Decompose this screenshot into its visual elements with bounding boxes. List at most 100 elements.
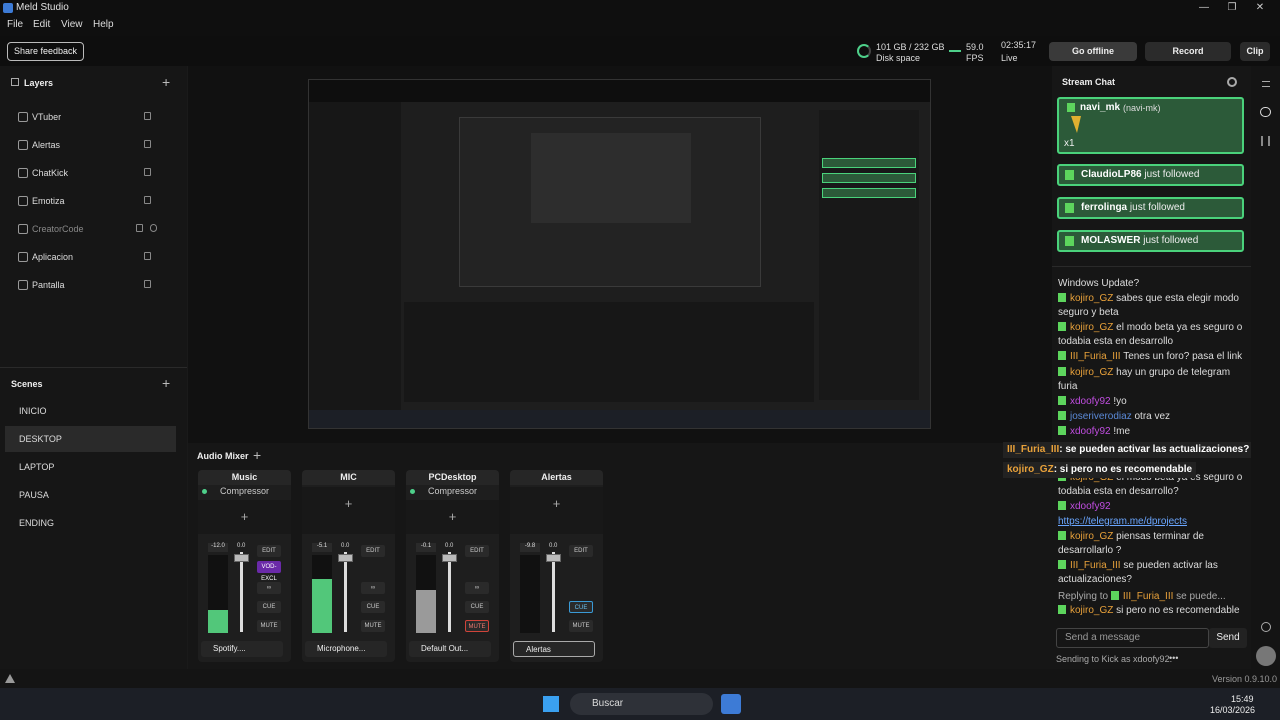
warning-icon[interactable]: [5, 674, 15, 683]
audio-icon[interactable]: [1261, 136, 1270, 146]
fader-knob[interactable]: [546, 554, 561, 562]
kick-icon: [1058, 293, 1066, 302]
menu-help[interactable]: Help: [93, 19, 114, 30]
lock-icon[interactable]: [144, 112, 151, 120]
record-button[interactable]: Record: [1145, 42, 1231, 61]
layers-icon: [11, 78, 19, 86]
chat-bubble-icon[interactable]: [1260, 107, 1271, 117]
chat-message-input[interactable]: Send a message: [1056, 628, 1209, 648]
chat-message: xdoofy92: [1058, 500, 1246, 514]
send-button[interactable]: Send: [1209, 628, 1247, 648]
mute-button[interactable]: MUTE: [465, 620, 489, 632]
mixer-channel-pcdesktop: PCDesktop Compressor + -0.1 0.0 EDIT ∞ C…: [406, 470, 499, 662]
share-feedback-button[interactable]: Share feedback: [7, 42, 84, 61]
meld-studio-icon[interactable]: [721, 694, 741, 714]
volume-fader[interactable]: [344, 552, 347, 632]
layer-item-vtuber[interactable]: VTuber: [18, 111, 158, 125]
chat-message: xdoofy92 !yo: [1058, 395, 1246, 409]
layer-item-creatorcode[interactable]: CreatorCode: [18, 223, 158, 237]
clip-button[interactable]: Clip: [1240, 42, 1270, 61]
active-dot-icon: [202, 489, 207, 494]
fader-knob[interactable]: [338, 554, 353, 562]
channel-name[interactable]: Alertas: [510, 470, 603, 485]
volume-fader[interactable]: [552, 552, 555, 632]
cue-button[interactable]: CUE: [569, 601, 593, 613]
telegram-link[interactable]: https://telegram.me/dprojects: [1058, 516, 1187, 527]
edit-button[interactable]: EDIT: [257, 545, 281, 557]
fader-knob[interactable]: [442, 554, 457, 562]
layer-item-chatkick[interactable]: ChatKick: [18, 167, 158, 181]
scene-laptop[interactable]: LAPTOP: [5, 454, 176, 480]
level-meter: [312, 555, 332, 633]
fader-knob[interactable]: [234, 554, 249, 562]
layer-item-emotiza[interactable]: Emotiza: [18, 195, 158, 209]
mute-button[interactable]: MUTE: [361, 620, 385, 632]
lock-icon[interactable]: [144, 168, 151, 176]
volume-fader[interactable]: [448, 552, 451, 632]
channel-name[interactable]: PCDesktop: [406, 470, 499, 485]
menu-file[interactable]: File: [7, 19, 23, 30]
lock-icon[interactable]: [144, 252, 151, 260]
add-effect-button[interactable]: +: [510, 487, 603, 534]
settings-gear-icon[interactable]: [1227, 77, 1237, 87]
volume-fader[interactable]: [240, 552, 243, 632]
gain-readout: 0.0: [341, 543, 350, 549]
menu-icon[interactable]: [1262, 81, 1270, 87]
compressor-effect[interactable]: Compressor: [406, 485, 499, 498]
nested-alert: [822, 158, 916, 168]
link-icon[interactable]: ∞: [465, 582, 489, 594]
compressor-effect[interactable]: Compressor: [198, 485, 291, 498]
cue-button[interactable]: CUE: [257, 601, 281, 613]
avatar[interactable]: [1256, 646, 1276, 666]
cue-button[interactable]: CUE: [465, 601, 489, 613]
scene-ending[interactable]: ENDING: [5, 510, 176, 536]
lock-icon[interactable]: [144, 280, 151, 288]
link-icon[interactable]: ∞: [361, 582, 385, 594]
layer-label: ChatKick: [32, 168, 69, 178]
edit-button[interactable]: EDIT: [465, 545, 489, 557]
add-effect-button[interactable]: +: [198, 500, 291, 534]
channel-name[interactable]: Music: [198, 470, 291, 485]
settings-icon[interactable]: [1261, 622, 1271, 632]
close-button[interactable]: ✕: [1244, 0, 1276, 16]
source-select[interactable]: Alertas: [513, 641, 595, 657]
link-icon[interactable]: ∞: [257, 582, 281, 594]
edit-button[interactable]: EDIT: [361, 545, 385, 557]
add-effect-button[interactable]: +: [406, 500, 499, 534]
lock-icon[interactable]: [136, 224, 143, 232]
scene-pausa[interactable]: PAUSA: [5, 482, 176, 508]
channel-name[interactable]: MIC: [302, 470, 395, 485]
source-select[interactable]: Microphone...: [305, 641, 387, 657]
add-scene-button[interactable]: +: [162, 375, 170, 391]
edit-button[interactable]: EDIT: [569, 545, 593, 557]
layer-item-alertas[interactable]: Alertas: [18, 139, 158, 153]
sending-as-label: Sending to Kick as xdoofy92.: [1056, 654, 1173, 664]
menu-bar: File Edit View Help: [0, 16, 1280, 36]
vod-excl-badge[interactable]: VOD-EXCL: [257, 561, 281, 582]
more-options-button[interactable]: •••: [1169, 653, 1178, 663]
clock-time: 15:49: [1231, 694, 1254, 704]
scene-desktop[interactable]: DESKTOP: [5, 426, 176, 452]
hidden-eye-icon[interactable]: [150, 224, 157, 232]
scene-inicio[interactable]: INICIO: [5, 398, 176, 424]
mute-button[interactable]: MUTE: [569, 620, 593, 632]
source-select[interactable]: Default Out...: [409, 641, 491, 657]
mute-button[interactable]: MUTE: [257, 620, 281, 632]
taskbar-search[interactable]: Buscar: [570, 693, 713, 715]
level-meter: [520, 555, 540, 633]
source-select[interactable]: Spotify....: [201, 641, 283, 657]
menu-edit[interactable]: Edit: [33, 19, 50, 30]
cue-button[interactable]: CUE: [361, 601, 385, 613]
add-layer-button[interactable]: +: [162, 74, 170, 90]
lock-icon[interactable]: [144, 196, 151, 204]
lock-icon[interactable]: [144, 140, 151, 148]
windows-start-icon[interactable]: [543, 696, 559, 712]
divider: [0, 367, 187, 368]
layer-item-aplicacion[interactable]: Aplicacion: [18, 251, 158, 265]
add-effect-button[interactable]: +: [302, 487, 395, 534]
add-audio-button[interactable]: +: [253, 447, 261, 463]
menu-view[interactable]: View: [61, 19, 83, 30]
layer-item-pantalla[interactable]: Pantalla: [18, 279, 158, 293]
audio-mixer-title: Audio Mixer: [197, 451, 249, 461]
go-offline-button[interactable]: Go offline: [1049, 42, 1137, 61]
